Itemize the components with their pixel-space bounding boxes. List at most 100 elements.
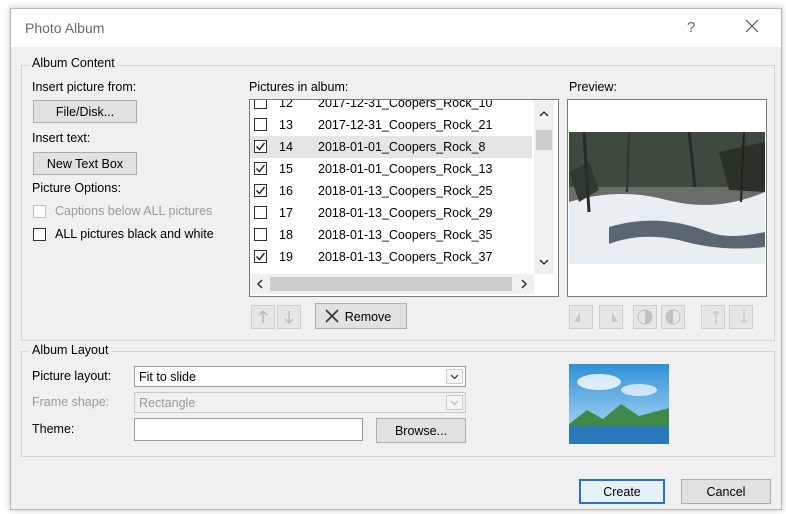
- browse-label: Browse...: [394, 424, 448, 438]
- create-button[interactable]: Create: [579, 479, 665, 504]
- picture-name: 2018-01-13_Coopers_Rock_35: [318, 228, 493, 242]
- brightness-less-icon: [740, 310, 748, 324]
- move-up-button[interactable]: [251, 305, 275, 329]
- remove-x-icon: [325, 309, 339, 323]
- picture-layout-select[interactable]: Fit to slide: [134, 366, 466, 387]
- scroll-left-icon[interactable]: [250, 274, 270, 294]
- theme-input[interactable]: [134, 418, 363, 441]
- picture-name: 2017-12-31_Coopers_Rock_21: [318, 118, 493, 132]
- scroll-right-icon[interactable]: [514, 274, 534, 294]
- picture-layout-value: Fit to slide: [139, 370, 196, 384]
- picture-name: 2018-01-13_Coopers_Rock_37: [318, 250, 493, 264]
- picture-number: 18: [279, 228, 293, 242]
- preview-label: Preview:: [569, 80, 617, 94]
- horizontal-scrollbar[interactable]: [250, 274, 534, 294]
- title-bar: Photo Album ?: [11, 9, 781, 47]
- list-item[interactable]: 17 2018-01-13_Coopers_Rock_29: [250, 202, 532, 224]
- remove-label: Remove: [344, 310, 392, 324]
- new-text-box-button[interactable]: New Text Box: [33, 152, 137, 175]
- cancel-button[interactable]: Cancel: [681, 479, 771, 504]
- pictures-in-album-label: Pictures in album:: [249, 80, 349, 94]
- list-item[interactable]: 14 2018-01-01_Coopers_Rock_8: [250, 136, 532, 158]
- vertical-scrollbar[interactable]: [534, 100, 554, 274]
- list-item[interactable]: 12 2017-12-31_Coopers_Rock_10: [250, 99, 532, 114]
- checkmark-icon: [256, 186, 266, 195]
- preview-pane: [567, 99, 767, 297]
- arrow-down-icon: [284, 311, 294, 325]
- album-content-legend: Album Content: [29, 56, 118, 70]
- picture-checkbox[interactable]: [254, 162, 267, 175]
- list-item[interactable]: 18 2018-01-13_Coopers_Rock_35: [250, 224, 532, 246]
- picture-name: 2018-01-01_Coopers_Rock_13: [318, 162, 493, 176]
- picture-name: 2018-01-01_Coopers_Rock_8: [318, 140, 486, 154]
- picture-number: 12: [279, 99, 293, 110]
- rotate-left-icon: [574, 312, 580, 322]
- picture-name: 2018-01-13_Coopers_Rock_25: [318, 184, 493, 198]
- close-icon[interactable]: [741, 15, 763, 37]
- checkmark-icon: [256, 164, 266, 173]
- picture-number: 17: [279, 206, 293, 220]
- frame-shape-dropdown[interactable]: [446, 395, 463, 410]
- new-text-box-label: New Text Box: [46, 157, 124, 171]
- insert-text-label: Insert text:: [32, 131, 91, 145]
- brightness-more-icon: [712, 310, 720, 324]
- black-white-label: ALL pictures black and white: [55, 227, 214, 241]
- contrast-more-button[interactable]: [633, 305, 657, 329]
- list-item[interactable]: 19 2018-01-13_Coopers_Rock_37: [250, 246, 532, 268]
- contrast-less-button[interactable]: [661, 305, 685, 329]
- picture-checkbox[interactable]: [254, 250, 267, 263]
- album-layout-legend: Album Layout: [29, 343, 112, 357]
- picture-name: 2017-12-31_Coopers_Rock_10: [318, 99, 493, 110]
- create-label: Create: [603, 485, 641, 499]
- list-item[interactable]: 15 2018-01-01_Coopers_Rock_13: [250, 158, 532, 180]
- file-disk-label: File/Disk...: [55, 105, 115, 119]
- picture-number: 14: [279, 140, 293, 154]
- rotate-right-icon: [612, 312, 618, 322]
- arrow-up-icon: [258, 309, 268, 323]
- picture-checkbox[interactable]: [254, 100, 267, 109]
- picture-checkbox[interactable]: [254, 118, 267, 131]
- picture-layout-label: Picture layout:: [32, 369, 112, 383]
- browse-button[interactable]: Browse...: [376, 418, 466, 443]
- checkmark-icon: [256, 142, 266, 151]
- brightness-less-button[interactable]: [729, 305, 753, 329]
- picture-checkbox[interactable]: [254, 206, 267, 219]
- pictures-listbox[interactable]: 12 2017-12-31_Coopers_Rock_10 13 2017-12-31…: [249, 99, 559, 297]
- captions-checkbox[interactable]: [33, 205, 46, 218]
- contrast-less-icon: [665, 309, 681, 325]
- frame-shape-value: Rectangle: [139, 396, 196, 410]
- list-item[interactable]: 16 2018-01-13_Coopers_Rock_25: [250, 180, 532, 202]
- chevron-down-icon: [450, 374, 459, 380]
- frame-shape-select[interactable]: Rectangle: [134, 392, 466, 413]
- theme-label: Theme:: [32, 422, 75, 436]
- picture-number: 13: [279, 118, 293, 132]
- picture-checkbox[interactable]: [254, 184, 267, 197]
- rotate-right-button[interactable]: [599, 305, 623, 329]
- chevron-down-icon: [450, 400, 459, 406]
- h-scroll-thumb[interactable]: [270, 277, 512, 291]
- picture-options-label: Picture Options:: [32, 181, 121, 195]
- scroll-thumb[interactable]: [536, 130, 552, 150]
- move-down-button[interactable]: [277, 305, 301, 329]
- list-item[interactable]: 13 2017-12-31_Coopers_Rock_21: [250, 114, 532, 136]
- help-button[interactable]: ?: [687, 19, 695, 36]
- file-disk-button[interactable]: File/Disk...: [33, 100, 137, 123]
- scroll-up-icon[interactable]: [534, 104, 554, 124]
- layout-preview-image: [569, 364, 669, 444]
- rotate-left-button[interactable]: [569, 305, 593, 329]
- contrast-more-icon: [637, 309, 653, 325]
- dialog-title: Photo Album: [25, 20, 105, 36]
- insert-picture-from-label: Insert picture from:: [32, 80, 137, 94]
- cancel-label: Cancel: [706, 485, 746, 499]
- picture-layout-dropdown[interactable]: [446, 369, 463, 384]
- photo-album-dialog: Photo Album ? Album Content Insert pictu…: [10, 8, 782, 510]
- captions-label: Captions below ALL pictures: [55, 204, 213, 218]
- remove-button[interactable]: Remove: [315, 303, 407, 329]
- black-white-checkbox[interactable]: [33, 228, 46, 241]
- preview-image: [569, 132, 765, 264]
- picture-name: 2018-01-13_Coopers_Rock_29: [318, 206, 493, 220]
- picture-checkbox[interactable]: [254, 228, 267, 241]
- picture-checkbox[interactable]: [254, 140, 267, 153]
- brightness-more-button[interactable]: [701, 305, 725, 329]
- scroll-down-icon[interactable]: [534, 252, 554, 272]
